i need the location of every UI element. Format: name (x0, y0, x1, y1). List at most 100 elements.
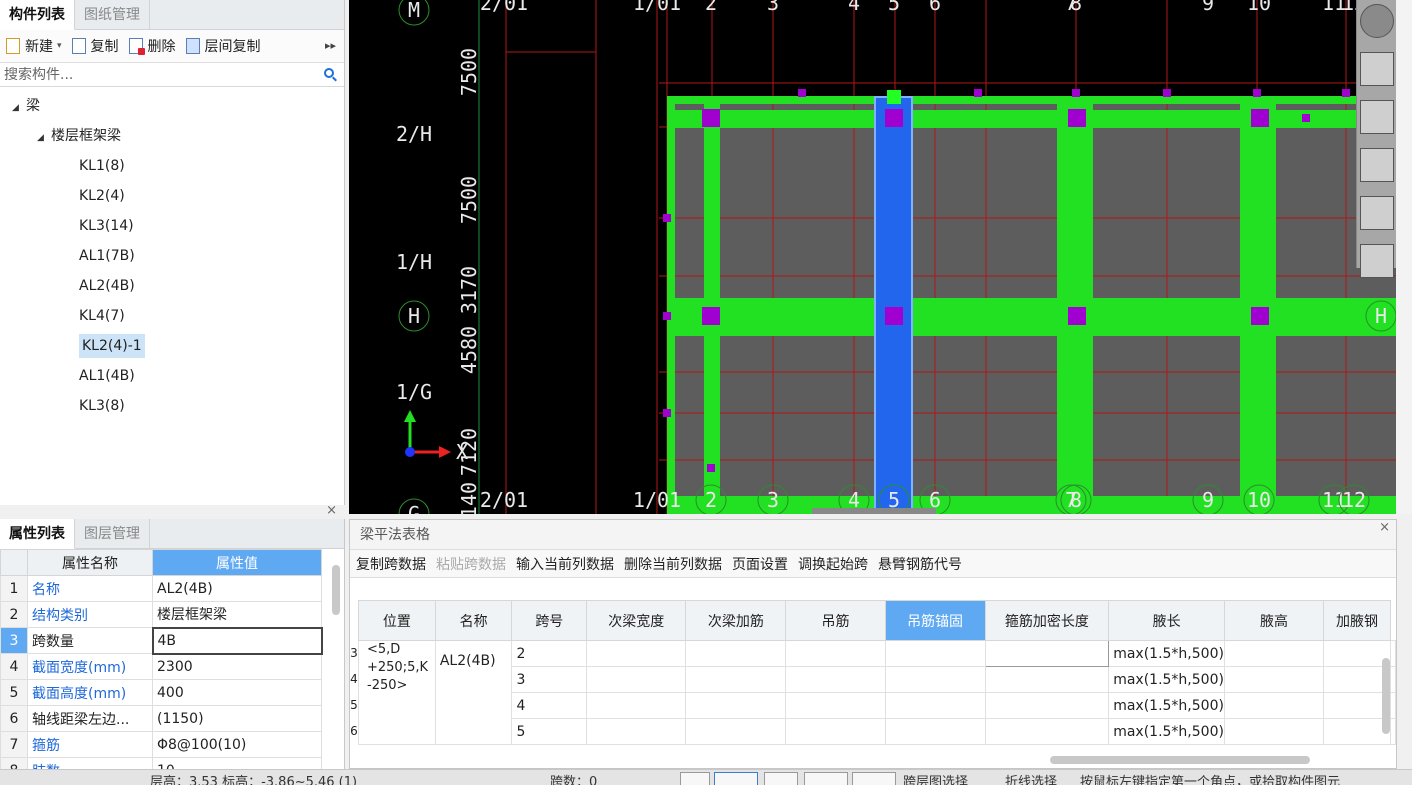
span-cell[interactable]: 2 (511, 640, 588, 667)
property-row[interactable]: 1 名称 AL2(4B) (0, 575, 322, 602)
property-value[interactable]: (1150) (152, 705, 322, 732)
tree-leaf-item[interactable]: KL2(4) (0, 181, 344, 211)
column-header[interactable]: 吊筋锚固 (884, 600, 986, 641)
empty-cell[interactable] (586, 692, 687, 719)
position-cell[interactable]: <5,D +250;5,K -250> (358, 640, 436, 745)
empty-cell[interactable] (1223, 718, 1325, 745)
hanger-anchor-cell[interactable] (984, 692, 1110, 719)
hanger-anchor-cell[interactable] (984, 718, 1110, 745)
stirrup-length-cell[interactable]: max(1.5*h,500) (1108, 718, 1225, 745)
column-header[interactable]: 腋高 (1223, 600, 1325, 641)
column-header[interactable]: 次梁加筋 (685, 600, 787, 641)
column-header[interactable]: 名称 (434, 600, 513, 641)
tab-component-list[interactable]: 构件列表 (0, 0, 75, 30)
search-input[interactable] (4, 66, 304, 83)
property-value[interactable]: AL2(4B) (152, 575, 322, 602)
empty-cell[interactable] (785, 640, 886, 667)
view-cube-icon[interactable] (1360, 100, 1394, 134)
view-box-icon[interactable] (1360, 148, 1394, 182)
tab-property-list[interactable]: 属性列表 (0, 519, 75, 549)
stirrup-length-cell[interactable]: max(1.5*h,500) (1108, 666, 1225, 693)
property-row[interactable]: 4 截面宽度(mm) 2300 (0, 653, 322, 680)
tree-leaf-item[interactable]: AL1(7B) (0, 241, 344, 271)
empty-cell[interactable] (1223, 640, 1325, 667)
dropdown-caret-icon[interactable]: ▾ (57, 41, 62, 51)
status-tool-button[interactable] (764, 772, 798, 785)
orbit-sphere-icon[interactable] (1360, 4, 1394, 38)
tab-drawing-manage[interactable]: 图纸管理 (75, 0, 150, 30)
cad-drawing-canvas[interactable]: 2/01 1/01 2 3 4 5 6 7 8 9 10 11 12 2/01 1/01 2 3 4 5 6 7 8 9 10… (349, 0, 1396, 514)
empty-cell[interactable] (884, 692, 986, 719)
empty-cell[interactable] (1323, 666, 1391, 693)
table-row[interactable]: <5,D +250;5,K -250> AL2(4B) 2 max(1.5*h,500… (358, 640, 1396, 745)
property-row[interactable]: 2 结构类别 楼层框架梁 (0, 601, 322, 628)
column-header[interactable]: 跨号 (511, 600, 588, 641)
polyline-select-button[interactable]: 折线选择 (1005, 771, 1057, 785)
delete-button[interactable]: 删除 (128, 36, 176, 56)
property-row[interactable]: 6 轴线距梁左边... (1150) (0, 705, 322, 732)
stirrup-length-cell[interactable]: max(1.5*h,500) (1108, 640, 1225, 667)
hanger-anchor-cell[interactable] (984, 666, 1110, 693)
empty-cell[interactable] (785, 666, 886, 693)
property-value[interactable]: 10 (152, 757, 322, 769)
span-cell[interactable]: 5 (511, 718, 588, 745)
layout-grid-icon[interactable] (1360, 244, 1394, 278)
search-icon[interactable] (324, 68, 334, 78)
table-horizontal-scrollbar[interactable] (1050, 756, 1310, 764)
table-vertical-scrollbar[interactable] (1382, 658, 1390, 734)
table-toolbar-button[interactable]: 粘贴跨数据 (436, 554, 506, 574)
table-toolbar-button[interactable]: 悬臂钢筋代号 (878, 554, 962, 574)
tree-leaf-item[interactable]: KL3(8) (0, 391, 344, 421)
cross-floor-select-button[interactable]: 跨层图选择 (903, 771, 968, 785)
tree-node-beam[interactable]: ◢ 梁 (0, 91, 344, 121)
panel-splitter[interactable]: × (0, 503, 345, 519)
property-scrollbar[interactable] (332, 565, 340, 615)
empty-cell[interactable] (685, 692, 787, 719)
empty-cell[interactable] (1223, 666, 1325, 693)
copy-button[interactable]: 复制 (71, 36, 119, 56)
property-row[interactable]: 8肢数10 (0, 757, 322, 769)
tree-leaf-item[interactable]: AL1(4B) (0, 361, 344, 391)
empty-cell[interactable] (884, 640, 986, 667)
tree-leaf-item[interactable]: KL4(7) (0, 301, 344, 331)
property-row[interactable]: 7 箍筋 Φ8@100(10) (0, 731, 322, 758)
hanger-anchor-cell[interactable] (984, 640, 1110, 667)
empty-cell[interactable] (785, 692, 886, 719)
empty-cell[interactable] (1390, 640, 1396, 667)
tree-leaf-item[interactable]: AL2(4B) (0, 271, 344, 301)
column-header[interactable]: 次梁宽度 (586, 600, 687, 641)
empty-cell[interactable] (1323, 692, 1391, 719)
column-header[interactable]: 位置 (358, 600, 436, 641)
tree-node-frame-beam[interactable]: ◢ 楼层框架梁 (0, 121, 344, 151)
empty-cell[interactable] (586, 640, 687, 667)
empty-cell[interactable] (685, 666, 787, 693)
empty-cell[interactable] (1323, 640, 1391, 667)
span-cell[interactable]: 3 (511, 666, 588, 693)
empty-cell[interactable] (586, 666, 687, 693)
empty-cell[interactable] (685, 718, 787, 745)
status-tool-button[interactable] (714, 772, 758, 785)
table-row[interactable]: 5 max(1.5*h,500) (359, 718, 1396, 745)
close-icon[interactable]: × (326, 503, 337, 518)
new-button[interactable]: 新建 ▾ (6, 36, 62, 56)
tree-leaf-item[interactable]: KL2(4)-1 (0, 331, 344, 361)
table-toolbar-button[interactable]: 输入当前列数据 (516, 554, 614, 574)
empty-cell[interactable] (884, 718, 986, 745)
property-value[interactable]: 楼层框架梁 (152, 601, 322, 628)
empty-cell[interactable] (685, 640, 787, 667)
property-row[interactable]: 5 截面高度(mm) 400 (0, 679, 322, 706)
cad-svg[interactable]: 2/01 1/01 2 3 4 5 6 78 9 10 11122/01 1/01 2 3 4 5 6 78 9 10… (349, 0, 1396, 514)
property-value[interactable]: 4B (151, 626, 323, 655)
collapse-triangle-icon[interactable]: ◢ (37, 123, 51, 153)
table-toolbar-button[interactable]: 调换起始跨 (798, 554, 868, 574)
close-icon[interactable]: × (1379, 520, 1390, 535)
column-header[interactable]: 箍筋加密长度 (984, 600, 1110, 641)
column-header[interactable]: 吊筋 (785, 600, 886, 641)
table-toolbar-button[interactable]: 页面设置 (732, 554, 788, 574)
view-3d-icon[interactable] (1360, 52, 1394, 86)
table-row[interactable]: 4 max(1.5*h,500) (359, 692, 1396, 719)
table-toolbar-button[interactable]: 删除当前列数据 (624, 554, 722, 574)
empty-cell[interactable] (1390, 666, 1396, 693)
table-toolbar-button[interactable]: 复制跨数据 (356, 554, 426, 574)
empty-cell[interactable] (1390, 692, 1396, 719)
